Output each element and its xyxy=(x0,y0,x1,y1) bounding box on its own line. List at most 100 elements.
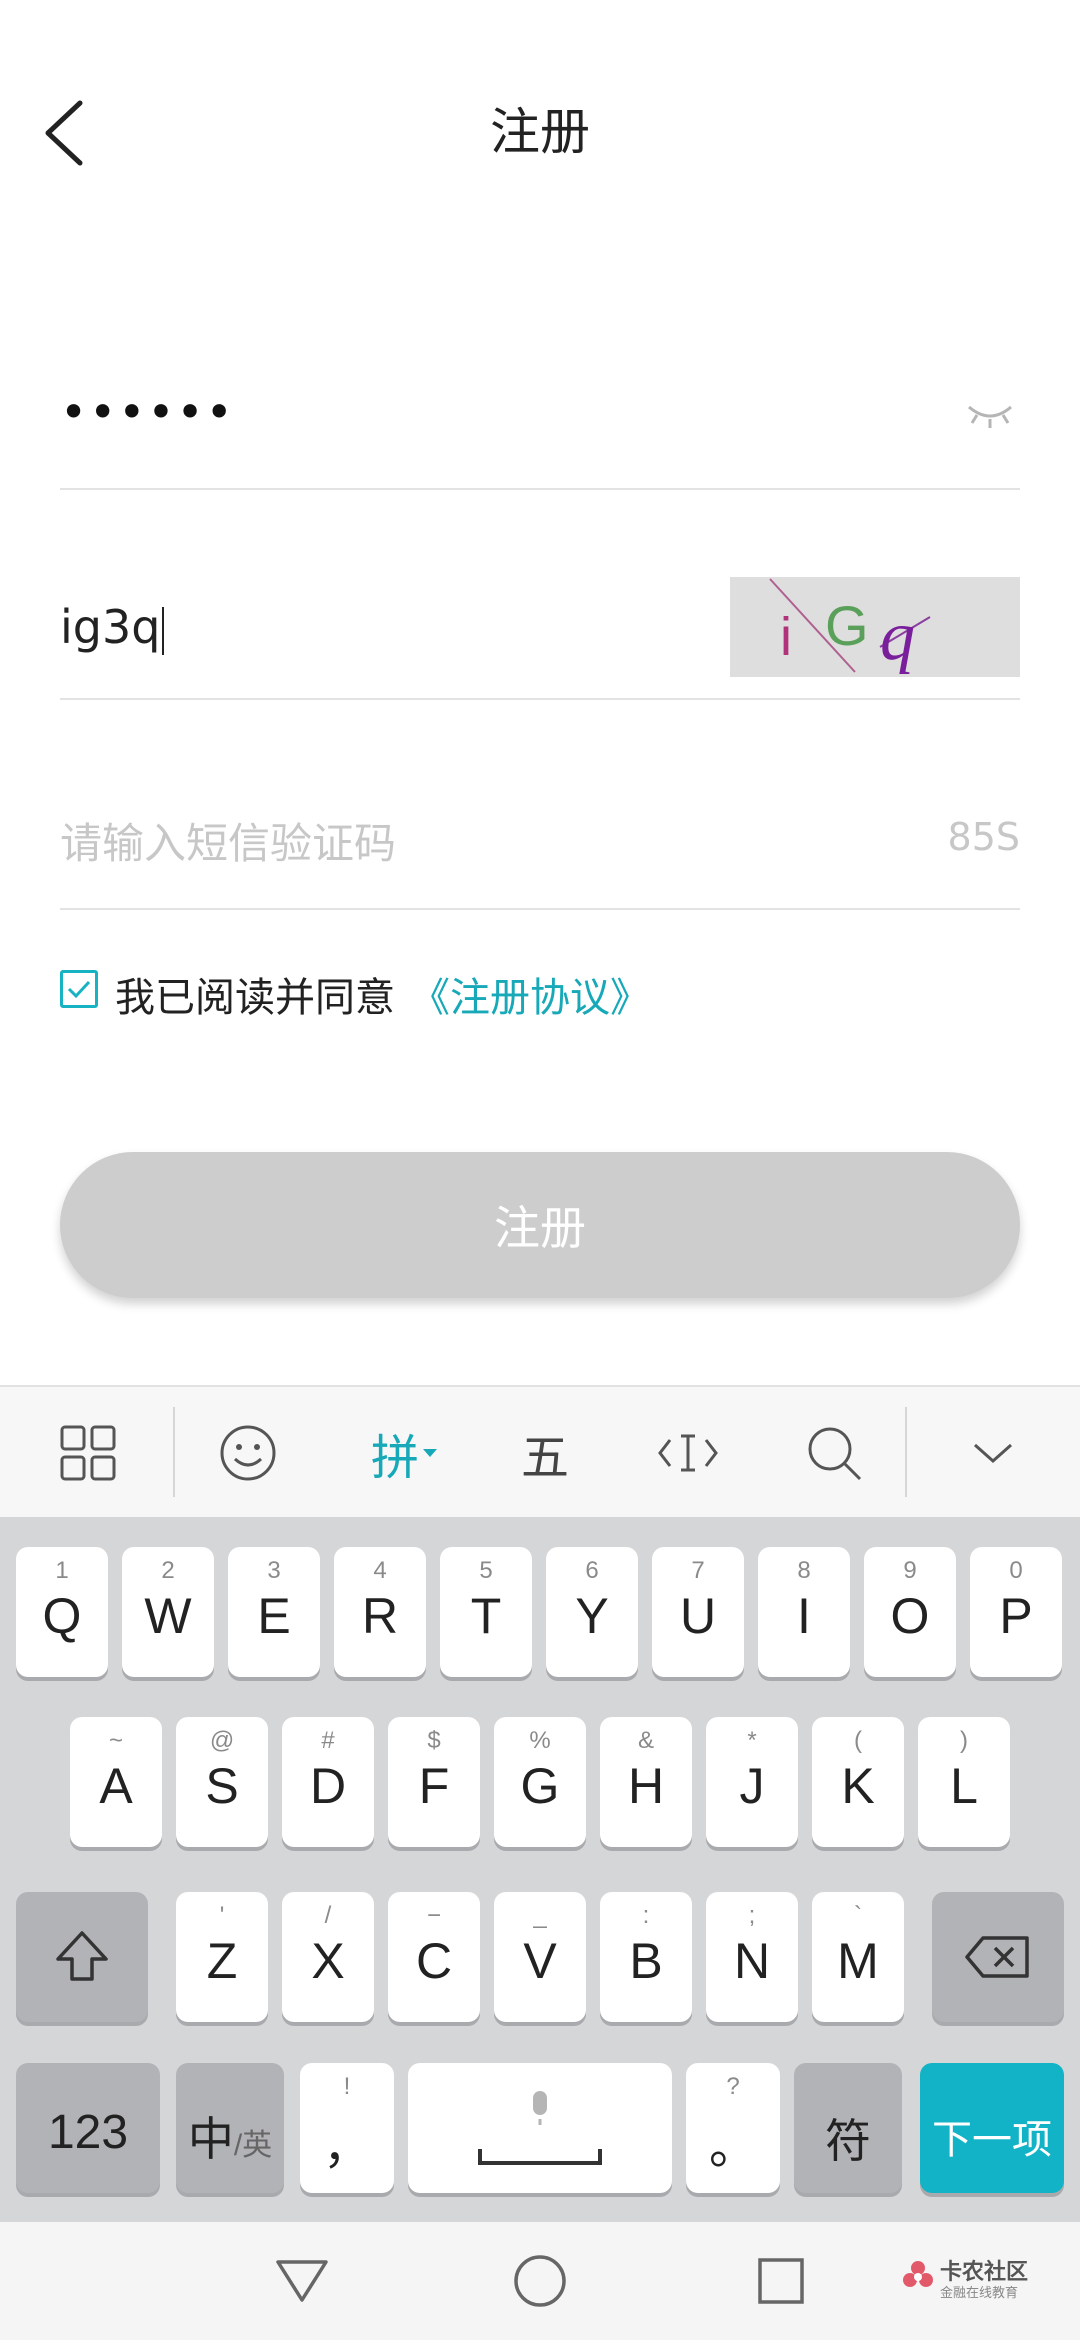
key-h[interactable]: & H xyxy=(600,1717,692,1847)
key-label: Q xyxy=(42,1588,82,1644)
emoji-icon[interactable] xyxy=(200,1387,296,1519)
key-label: J xyxy=(739,1758,765,1814)
key-label: O xyxy=(890,1588,930,1644)
key-hint: 3 xyxy=(267,1557,281,1584)
nav-back-icon[interactable] xyxy=(272,2256,332,2306)
key-v[interactable]: _ V xyxy=(494,1892,586,2022)
key-label: L xyxy=(950,1758,978,1814)
agree-checkbox[interactable] xyxy=(60,970,98,1008)
eye-closed-icon[interactable] xyxy=(965,395,1015,435)
key-f[interactable]: $ F xyxy=(388,1717,480,1847)
key-n[interactable]: ; N xyxy=(706,1892,798,2022)
shift-key[interactable] xyxy=(16,1892,148,2022)
key-g[interactable]: % G xyxy=(494,1717,586,1847)
key-label: W xyxy=(144,1588,192,1644)
key-u[interactable]: 7U xyxy=(652,1547,744,1677)
key-hint: 2 xyxy=(161,1557,175,1584)
key-label: E xyxy=(257,1588,291,1644)
password-field[interactable]: •••••• xyxy=(60,385,235,439)
key-l[interactable]: ) L xyxy=(918,1717,1010,1847)
key-hint: 1 xyxy=(55,1557,69,1584)
svg-text:G: G xyxy=(825,594,869,657)
cursor-icon[interactable] xyxy=(640,1387,736,1519)
space-key[interactable] xyxy=(408,2063,672,2193)
key-t[interactable]: 5T xyxy=(440,1547,532,1677)
key-hint: # xyxy=(321,1727,335,1754)
spacebar-icon xyxy=(478,2149,602,2165)
numbers-key[interactable]: 123 xyxy=(16,2063,160,2193)
key-label: F xyxy=(418,1758,450,1814)
key-j[interactable]: * J xyxy=(706,1717,798,1847)
key-d[interactable]: # D xyxy=(282,1717,374,1847)
key-label: N xyxy=(733,1933,771,1989)
wubi-input-toggle[interactable]: 五 xyxy=(500,1387,590,1519)
key-q[interactable]: 1Q xyxy=(16,1547,108,1677)
watermark-logo: 卡农社区 金融在线教育 xyxy=(900,2250,1060,2310)
collapse-keyboard-icon[interactable] xyxy=(945,1387,1041,1519)
numbers-key-label: 123 xyxy=(47,2106,129,2159)
check-icon xyxy=(67,980,91,999)
key-i[interactable]: 8I xyxy=(758,1547,850,1677)
key-label: Z xyxy=(206,1933,238,1989)
agreement-text: 我已阅读并同意 xyxy=(115,975,395,1021)
backspace-key[interactable] xyxy=(932,1892,1064,2022)
key-y[interactable]: 6Y xyxy=(546,1547,638,1677)
key-hint: 8 xyxy=(797,1557,811,1584)
key-hint: ~ xyxy=(108,1727,123,1754)
key-hint: : xyxy=(642,1902,650,1929)
key-hint: ' xyxy=(219,1902,225,1929)
svg-text:q: q xyxy=(880,598,915,675)
grid-icon[interactable] xyxy=(40,1387,136,1519)
toolbar-divider xyxy=(173,1407,175,1497)
period-key[interactable]: ? 。 xyxy=(686,2063,780,2193)
key-o[interactable]: 9O xyxy=(864,1547,956,1677)
captcha-input[interactable]: ig3q xyxy=(60,600,165,655)
key-hint: $ xyxy=(427,1727,441,1754)
symbols-key[interactable]: 符 xyxy=(794,2063,902,2193)
next-field-key[interactable]: 下一项 xyxy=(920,2063,1064,2193)
key-hint: 0 xyxy=(1009,1557,1023,1584)
language-switch-key[interactable]: 中/英 xyxy=(176,2063,284,2193)
agreement-link[interactable]: 《注册协议》 xyxy=(410,965,650,1023)
captcha-image[interactable]: i G q xyxy=(730,577,1020,677)
comma-key[interactable]: ! ， xyxy=(300,2063,394,2193)
key-a[interactable]: ~ A xyxy=(70,1717,162,1847)
register-button[interactable]: 注册 xyxy=(60,1152,1020,1298)
lang-main-label: 中 xyxy=(187,2113,234,2165)
period-key-label: 。 xyxy=(708,2121,757,2174)
key-k[interactable]: (K xyxy=(812,1717,904,1847)
pinyin-input-toggle[interactable]: 拼 xyxy=(355,1387,455,1519)
key-s[interactable]: @ S xyxy=(176,1717,268,1847)
key-e[interactable]: 3E xyxy=(228,1547,320,1677)
key-hint: ` xyxy=(854,1902,862,1929)
nav-home-icon[interactable] xyxy=(512,2253,568,2309)
key-label: R xyxy=(361,1588,399,1644)
key-hint: 7 xyxy=(691,1557,705,1584)
key-hint: ; xyxy=(748,1902,756,1929)
key-b[interactable]: :B xyxy=(600,1892,692,2022)
key-label: G xyxy=(520,1758,560,1814)
keyboard: 123 中/英 ! ， ? 。 符 下一项 1Q2W3E4R5T6Y7U8I9O… xyxy=(0,1517,1080,2222)
key-w[interactable]: 2W xyxy=(122,1547,214,1677)
symbols-key-label: 符 xyxy=(825,2115,871,2167)
key-hint: − xyxy=(426,1902,441,1929)
key-hint: & xyxy=(637,1727,654,1754)
key-r[interactable]: 4R xyxy=(334,1547,426,1677)
key-c[interactable]: − C xyxy=(388,1892,480,2022)
key-hint: * xyxy=(747,1727,757,1754)
sms-code-input[interactable]: 请输入短信验证码 xyxy=(60,810,396,871)
key-m[interactable]: ` M xyxy=(812,1892,904,2022)
search-icon[interactable] xyxy=(786,1387,882,1519)
key-label: Y xyxy=(575,1588,609,1644)
key-p[interactable]: 0P xyxy=(970,1547,1062,1677)
comma-key-label: ， xyxy=(322,2121,371,2174)
sms-countdown: 85S xyxy=(947,815,1020,859)
keyboard-toolbar: 拼 五 xyxy=(0,1385,1080,1519)
key-label: T xyxy=(470,1588,502,1644)
wubi-label: 五 xyxy=(520,1430,569,1486)
key-z[interactable]: ' Z xyxy=(176,1892,268,2022)
nav-recents-icon[interactable] xyxy=(756,2256,806,2306)
key-label: B xyxy=(629,1933,663,1989)
microphone-icon xyxy=(533,2091,547,2125)
key-x[interactable]: / X xyxy=(282,1892,374,2022)
